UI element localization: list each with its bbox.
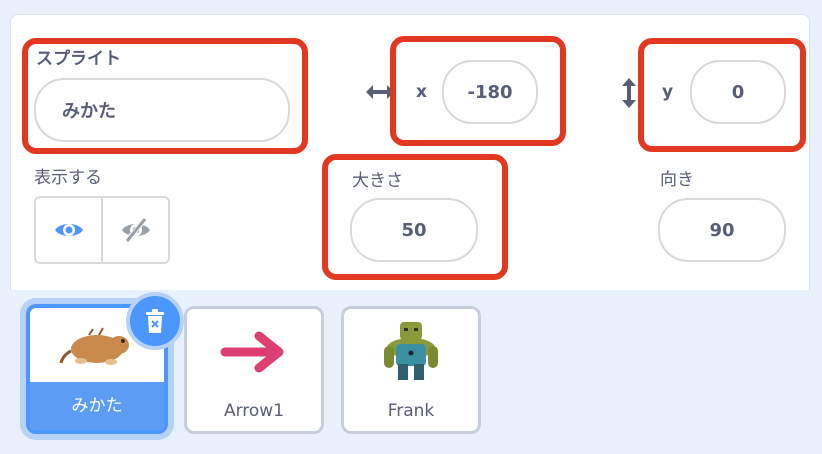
frank-sprite-icon bbox=[384, 322, 438, 380]
highlight-size bbox=[322, 154, 508, 280]
delete-sprite-button[interactable] bbox=[126, 292, 184, 350]
show-label: 表示する bbox=[34, 168, 102, 188]
vertical-arrow-icon bbox=[622, 78, 636, 108]
show-button[interactable] bbox=[36, 198, 101, 262]
direction-input[interactable]: 90 bbox=[658, 198, 786, 262]
trash-icon bbox=[146, 309, 164, 333]
eye-slash-icon bbox=[121, 217, 150, 243]
sprite-name-label: Frank bbox=[387, 401, 435, 421]
sprite-name-label: Arrow1 bbox=[223, 401, 285, 421]
visibility-toggle bbox=[34, 196, 170, 264]
pink-arrow-sprite-icon bbox=[220, 331, 284, 373]
highlight-y bbox=[638, 38, 806, 152]
sprite-name-label: みかた bbox=[71, 396, 123, 416]
direction-label: 向き bbox=[660, 170, 694, 190]
highlight-x bbox=[390, 36, 566, 146]
sprite-thumbnail bbox=[344, 319, 478, 385]
mole-sprite-icon bbox=[59, 327, 129, 365]
eye-icon bbox=[54, 224, 83, 236]
hide-button[interactable] bbox=[101, 198, 168, 262]
sprite-thumbnail bbox=[187, 319, 321, 385]
sprite-tile-arrow1[interactable]: Arrow1 bbox=[184, 306, 324, 434]
highlight-sprite-name bbox=[22, 38, 308, 154]
sprite-tile-frank[interactable]: Frank bbox=[341, 306, 481, 434]
